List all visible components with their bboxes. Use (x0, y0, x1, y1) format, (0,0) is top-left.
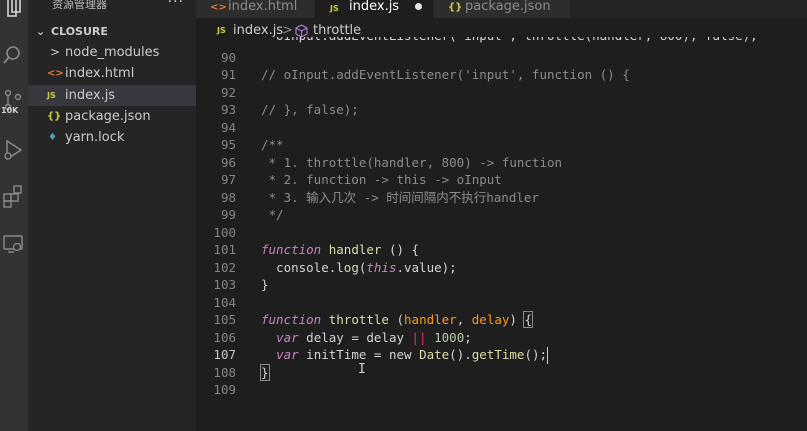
line-number: 106 (213, 329, 236, 345)
tree-item-label: index.html (65, 66, 135, 81)
js-file-icon: JS (330, 4, 339, 13)
code-line[interactable]: * 2. function -> this -> oInput (261, 171, 502, 189)
chevron-right-icon: > (50, 45, 61, 59)
tab-index-html[interactable]: <> index.html (196, 0, 315, 18)
line-number: 99 (220, 207, 236, 222)
tree-item-package-json[interactable]: {} package.json (28, 106, 196, 127)
folder-closure[interactable]: ⌄ CLOSURE (28, 21, 196, 42)
tab-index-js[interactable]: JS index.js (315, 0, 434, 18)
code-line[interactable]: * 3. 输入几次 -> 时间间隔内不执行handler (261, 189, 539, 207)
folder-label: CLOSURE (51, 25, 108, 38)
text-cursor-icon: I (358, 362, 366, 377)
js-file-icon: JS (217, 26, 226, 35)
editor-area: <> index.html JS index.js {} package.jso… (196, 0, 807, 431)
tree-item-index-js[interactable]: JS index.js (28, 85, 196, 106)
code-line[interactable]: var initTime = new Date().getTime(); (261, 346, 547, 364)
breadcrumb-separator: > (282, 23, 293, 38)
explorer-title: 资源管理器 (52, 0, 107, 11)
remote-explorer-icon[interactable] (0, 232, 28, 256)
code-line[interactable]: */ (261, 206, 284, 224)
tab-package-json[interactable]: {} package.json (434, 0, 571, 18)
line-number: 104 (213, 294, 236, 310)
line-number: 108 (213, 364, 236, 380)
code-line[interactable]: * 1. throttle(handler, 800) -> function (261, 154, 563, 172)
code-line[interactable]: function handler () { (261, 241, 419, 259)
line-number: 97 (220, 172, 236, 187)
tree-item-label: node_modules (65, 45, 160, 60)
cube-icon (295, 24, 308, 38)
line-number: 91 (220, 67, 236, 82)
line-number: 92 (220, 84, 236, 100)
line-number: 109 (213, 382, 236, 397)
line-number: 95 (220, 137, 236, 152)
more-actions-button[interactable]: ··· (168, 0, 184, 10)
activity-bar: 10K (0, 0, 28, 431)
code-line[interactable]: function throttle (handler, delay) { (261, 311, 533, 329)
tree-item-index-html[interactable]: <> index.html (28, 63, 196, 84)
explorer-sidebar: 资源管理器 ··· ⌄ CLOSURE > node_modules <> in… (28, 0, 196, 431)
line-number: 90 (220, 49, 236, 65)
code-line[interactable]: /** (261, 136, 284, 154)
explorer-icon[interactable] (0, 0, 28, 20)
run-debug-icon[interactable] (0, 138, 28, 162)
line-number: 107 (213, 347, 236, 362)
code-line[interactable]: var delay = delay || 1000; (261, 329, 472, 347)
json-file-icon: {} (47, 111, 62, 122)
tree-item-label: package.json (65, 109, 151, 124)
source-control-badge: 10K (1, 106, 19, 115)
line-number: 105 (213, 312, 236, 327)
code-line[interactable]: } (261, 276, 269, 294)
tab-label: index.js (349, 0, 400, 14)
tab-bar: <> index.html JS index.js {} package.jso… (196, 0, 807, 18)
tree-item-label: index.js (65, 88, 116, 103)
chevron-down-icon: ⌄ (36, 25, 46, 38)
tree-item-label: yarn.lock (65, 130, 125, 145)
search-icon[interactable] (0, 44, 28, 68)
line-number: 101 (213, 242, 236, 257)
breadcrumb-file[interactable]: index.js (233, 20, 283, 42)
text-caret (547, 346, 549, 364)
code-line[interactable]: // oInput.addEventListener('input', func… (261, 66, 630, 84)
js-file-icon: JS (47, 91, 56, 100)
line-number: 100 (213, 224, 236, 240)
tab-label: package.json (465, 0, 551, 14)
tree-item-yarn-lock[interactable]: ♦ yarn.lock (28, 127, 196, 148)
breadcrumb: JS index.js > throttle (196, 20, 807, 42)
line-number: 94 (220, 119, 236, 135)
code-line[interactable]: } (260, 363, 270, 382)
extensions-icon[interactable] (0, 184, 28, 208)
code-line[interactable]: console.log(this.value); (261, 259, 457, 277)
tab-label: index.html (228, 0, 298, 14)
line-number: 93 (220, 102, 236, 117)
line-number: 96 (220, 154, 236, 170)
yarn-file-icon: ♦ (48, 132, 57, 143)
line-number: 102 (213, 259, 236, 275)
breadcrumb-symbol[interactable]: throttle (313, 20, 361, 42)
line-number: 103 (213, 277, 236, 292)
code-line[interactable]: // }, false); (261, 101, 359, 119)
html-file-icon: <> (47, 68, 64, 79)
html-file-icon: <> (210, 2, 227, 13)
line-number: 98 (220, 189, 236, 205)
unsaved-dot-icon[interactable] (415, 3, 422, 10)
tree-item-node-modules[interactable]: > node_modules (28, 42, 196, 63)
json-file-icon: {} (448, 2, 463, 13)
